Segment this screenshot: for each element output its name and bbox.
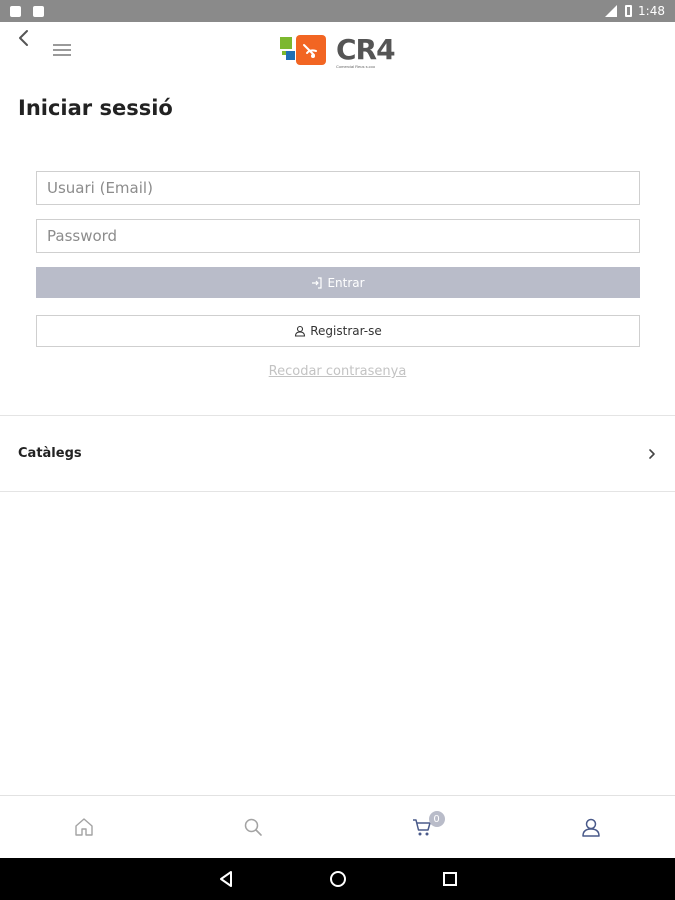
logo-text: CR4 Comercial Reus s.coo — [336, 32, 396, 69]
catalogs-row[interactable]: Catàlegs — [0, 416, 675, 491]
app-header: CR4 Comercial Reus s.coo — [0, 22, 675, 82]
nav-account[interactable] — [506, 796, 675, 857]
home-icon — [75, 817, 94, 836]
logo-mark-icon — [280, 35, 326, 65]
hamburger-menu-icon[interactable] — [50, 40, 74, 60]
status-time: 1:48 — [638, 4, 665, 18]
forgot-password-link[interactable]: Recodar contrasenya — [0, 364, 675, 379]
cart-count-badge: 0 — [428, 811, 445, 827]
back-arrow-icon[interactable] — [14, 26, 34, 50]
email-field[interactable] — [36, 171, 640, 205]
logo-tagline: Comercial Reus s.coo — [336, 63, 376, 69]
user-icon — [581, 818, 600, 837]
login-button-label: Entrar — [327, 275, 365, 290]
nav-home[interactable] — [0, 796, 169, 857]
system-nav-bar — [0, 858, 675, 900]
brand-logo[interactable]: CR4 Comercial Reus s.coo — [280, 32, 400, 72]
system-home-icon[interactable] — [327, 868, 349, 890]
catalogs-label: Catàlegs — [18, 446, 82, 461]
page-title: Iniciar sessió — [18, 96, 173, 120]
nav-search[interactable] — [169, 796, 338, 857]
bottom-nav: 0 — [0, 795, 675, 857]
password-field[interactable] — [36, 219, 640, 253]
login-button[interactable]: Entrar — [36, 267, 640, 298]
sign-in-icon — [312, 276, 323, 289]
notification-icon — [33, 5, 44, 17]
chevron-right-icon — [649, 448, 655, 459]
battery-icon — [625, 5, 633, 17]
status-notifications — [10, 5, 44, 17]
signal-icon — [605, 5, 618, 17]
status-indicators: 1:48 — [603, 4, 665, 18]
notification-icon — [10, 5, 21, 17]
user-outline-icon — [295, 325, 306, 337]
nav-cart[interactable]: 0 — [338, 796, 507, 857]
login-screen: 1:48 CR4 Comercial Reus s.coo Iniciar se… — [0, 0, 675, 900]
logo-name: CR4 — [336, 32, 396, 66]
system-recents-icon[interactable] — [439, 868, 461, 890]
divider — [0, 491, 675, 492]
status-bar: 1:48 — [0, 0, 675, 22]
search-icon — [244, 818, 262, 836]
register-button-label: Registrar-se — [310, 324, 382, 338]
register-button[interactable]: Registrar-se — [36, 315, 640, 347]
system-back-icon[interactable] — [215, 868, 237, 890]
